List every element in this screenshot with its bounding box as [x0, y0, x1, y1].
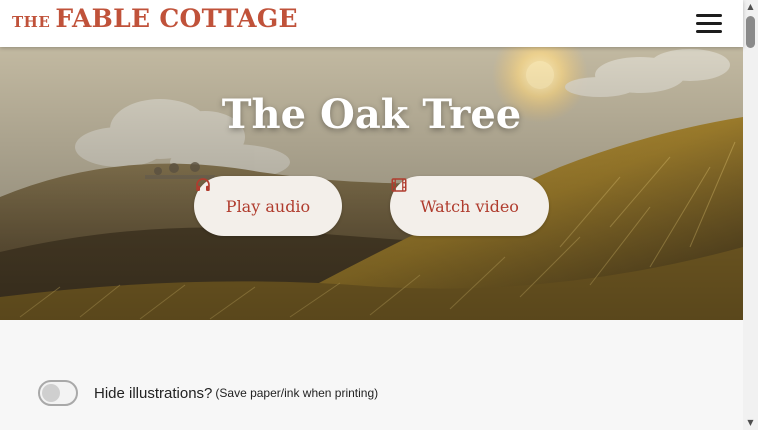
watch-video-label: Watch video — [420, 196, 519, 216]
scroll-down-arrow-icon[interactable]: ▼ — [743, 416, 758, 430]
hide-illustrations-label: Hide illustrations? — [94, 384, 213, 402]
hero-illustration — [0, 47, 743, 320]
play-audio-label: Play audio — [225, 196, 311, 216]
hero-banner: The Oak Tree Play audio Watch video — [0, 47, 743, 320]
page-scrollbar[interactable]: ▲ ▼ — [743, 0, 758, 430]
logo-prefix: THE — [12, 13, 51, 31]
headphones-icon — [196, 178, 210, 191]
menu-bar — [696, 22, 722, 25]
logo-title: FABLE COTTAGE — [55, 4, 298, 33]
hide-illustrations-toggle[interactable] — [38, 380, 78, 406]
menu-bar — [696, 30, 722, 33]
scrollbar-thumb[interactable] — [746, 16, 755, 48]
play-audio-button[interactable]: Play audio — [194, 176, 342, 236]
hamburger-menu-icon[interactable] — [694, 12, 724, 36]
toggle-knob — [42, 384, 60, 402]
watch-video-button[interactable]: Watch video — [390, 176, 549, 236]
story-title: The Oak Tree — [221, 91, 522, 138]
film-icon — [391, 178, 407, 192]
scroll-up-arrow-icon[interactable]: ▲ — [743, 0, 758, 14]
site-logo[interactable]: THE FABLE COTTAGE — [12, 4, 298, 40]
hide-illustrations-setting: Hide illustrations? (Save paper/ink when… — [38, 379, 378, 407]
menu-bar — [696, 14, 722, 17]
hide-illustrations-note: (Save paper/ink when printing) — [215, 386, 379, 400]
site-header: THE FABLE COTTAGE — [0, 0, 743, 47]
